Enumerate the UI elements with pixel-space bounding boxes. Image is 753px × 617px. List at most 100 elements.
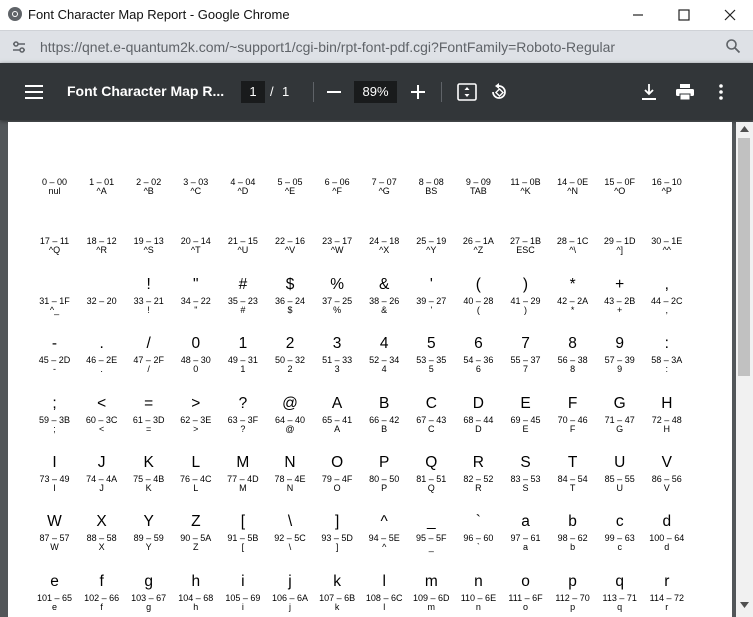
char-glyph: D	[472, 394, 484, 412]
minimize-button[interactable]	[615, 3, 661, 27]
char-glyph: e	[50, 572, 59, 590]
char-glyph: -	[51, 335, 58, 353]
fit-to-page-button[interactable]	[455, 80, 479, 104]
char-glyph: N	[284, 454, 296, 471]
page-total: 1	[282, 84, 290, 99]
char-glyph: )	[522, 275, 529, 293]
hamburger-menu-icon	[25, 85, 43, 99]
char-glyph: /	[146, 335, 151, 353]
char-glyph: 3	[332, 335, 342, 353]
char-glyph: #	[238, 275, 248, 293]
vertical-scrollbar[interactable]	[736, 122, 753, 617]
scroll-down-icon[interactable]	[740, 602, 749, 608]
tune-icon[interactable]	[11, 39, 27, 55]
char-glyph: f	[99, 572, 104, 590]
rotate-icon	[492, 83, 506, 99]
char-glyph: Y	[143, 513, 154, 531]
char-glyph: +	[615, 275, 625, 293]
window-title: Font Character Map Report - Google Chrom…	[28, 7, 290, 22]
char-glyph: Q	[425, 454, 438, 471]
char-glyph: 6	[474, 335, 483, 353]
char-glyph: L	[191, 454, 201, 471]
char-glyph: &	[379, 275, 390, 293]
char-glyph: :	[664, 335, 669, 353]
char-glyph: $	[285, 275, 295, 293]
close-button[interactable]	[707, 3, 753, 27]
char-glyph: ^	[380, 513, 388, 531]
char-glyph: K	[143, 454, 154, 471]
char-glyph: @	[282, 394, 298, 412]
char-glyph: 1	[238, 335, 248, 353]
char-glyph: c	[615, 513, 624, 531]
zoom-out-button[interactable]	[322, 80, 346, 104]
char-sample: d	[664, 542, 670, 553]
char-glyph: '	[429, 275, 433, 293]
menu-button[interactable]	[22, 80, 46, 104]
char-glyph: X	[96, 513, 107, 531]
pdf-toolbar: Font Character Map R... 1 / 1 89%	[0, 63, 753, 120]
char-glyph: M	[236, 454, 250, 471]
char-glyph: k	[333, 572, 341, 590]
char-glyph: %	[330, 275, 344, 293]
char-glyph: J	[97, 454, 106, 471]
char-sample: V	[663, 483, 670, 493]
scroll-up-icon[interactable]	[740, 126, 749, 132]
maximize-icon	[678, 9, 690, 21]
download-button[interactable]	[637, 80, 661, 104]
zoom-in-button[interactable]	[406, 80, 430, 104]
char-glyph: d	[662, 513, 672, 531]
char-glyph: .	[99, 335, 104, 353]
char-glyph: 8	[568, 335, 577, 353]
char-glyph: `	[475, 513, 481, 531]
char-sample: ^^	[662, 245, 672, 256]
char-glyph: O	[331, 454, 344, 471]
char-sample: ^P	[661, 186, 672, 196]
rotate-button[interactable]	[487, 80, 511, 104]
window-titlebar: Font Character Map Report - Google Chrom…	[0, 0, 753, 30]
char-glyph: l	[382, 572, 386, 590]
char-glyph: q	[615, 572, 624, 590]
minus-icon	[327, 91, 341, 93]
more-actions-button[interactable]	[709, 80, 733, 104]
char-glyph: (	[475, 275, 481, 293]
char-glyph: =	[144, 394, 154, 412]
print-icon	[676, 84, 694, 100]
char-glyph: i	[241, 572, 245, 590]
url-text[interactable]: https://qnet.e-quantum2k.com/~support1/c…	[40, 39, 615, 55]
char-glyph: <	[97, 394, 107, 412]
zoom-level-input[interactable]: 89%	[354, 81, 397, 103]
chrome-logo-icon	[8, 7, 22, 21]
scrollbar-thumb[interactable]	[738, 138, 750, 376]
magnifier-icon[interactable]	[725, 38, 741, 54]
char-glyph: "	[193, 275, 199, 293]
char-glyph: p	[568, 572, 577, 590]
maximize-button[interactable]	[661, 3, 707, 27]
char-sample: ,	[665, 304, 669, 315]
page-separator: /	[270, 84, 274, 99]
char-glyph: C	[425, 394, 437, 412]
address-bar[interactable]: https://qnet.e-quantum2k.com/~support1/c…	[0, 30, 753, 63]
char-glyph: H	[661, 394, 673, 412]
char-glyph: 0	[191, 335, 201, 353]
char-glyph: I	[52, 454, 57, 471]
char-glyph: ;	[52, 394, 57, 412]
page-number-input[interactable]: 1	[241, 81, 265, 103]
more-vert-icon	[719, 84, 723, 100]
document-title: Font Character Map R...	[67, 83, 225, 99]
minimize-icon	[633, 14, 643, 16]
char-glyph: ?	[238, 394, 248, 412]
toolbar-divider	[441, 82, 442, 102]
plus-icon	[411, 85, 425, 99]
toolbar-divider	[313, 82, 314, 102]
char-glyph: a	[521, 513, 530, 531]
char-glyph: B	[379, 394, 390, 412]
char-sample: :	[665, 364, 669, 375]
char-glyph: _	[426, 513, 436, 531]
char-glyph: n	[474, 572, 483, 590]
fit-to-page-icon	[457, 83, 477, 101]
print-button[interactable]	[673, 80, 697, 104]
char-glyph: E	[520, 394, 531, 412]
char-glyph: h	[191, 572, 201, 590]
char-glyph: W	[47, 513, 62, 531]
char-glyph: \	[287, 513, 293, 531]
